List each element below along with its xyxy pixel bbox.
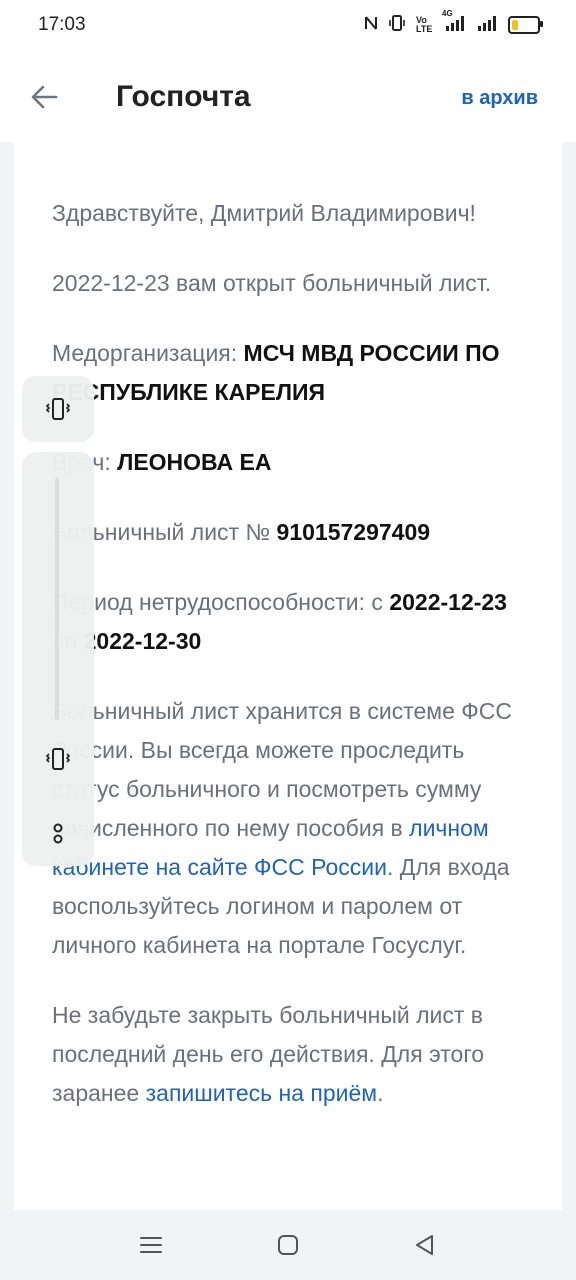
storage-paragraph: Больничный лист хранится в системе ФСС Р…: [52, 692, 522, 965]
period-label: Период нетрудоспособности: с: [52, 589, 390, 615]
back-icon[interactable]: [410, 1230, 440, 1260]
edge-panel-top[interactable]: [22, 376, 94, 442]
archive-button[interactable]: в архив: [461, 87, 538, 110]
period-from: 2022-12-23: [389, 589, 507, 615]
status-bar: 17:03 Vo LTE 4G: [0, 0, 576, 52]
nfc-icon: [364, 15, 378, 34]
doctor-line: Врач: ЛЕОНОВА ЕА: [52, 443, 522, 482]
edge-panel-slider[interactable]: [55, 478, 59, 720]
sheet-number: 910157297409: [276, 519, 431, 545]
message-body: Здравствуйте, Дмитрий Владимирович! 2022…: [52, 194, 522, 1144]
vibrate-icon[interactable]: [40, 742, 76, 776]
back-arrow-icon[interactable]: [28, 80, 62, 114]
organization-label: Медорганизация:: [52, 340, 244, 366]
organization-line: Медорганизация: МСЧ МВД РОССИИ ПО РЕСПУБ…: [52, 334, 522, 412]
period-to: 2022-12-30: [83, 628, 202, 654]
battery-icon: [508, 15, 543, 34]
period-line: Период нетрудоспособности: с 2022-12-23 …: [52, 583, 522, 661]
message-card: Здравствуйте, Дмитрий Владимирович! 2022…: [14, 142, 562, 1210]
vibrate-icon: [388, 14, 406, 35]
signal-icon: [476, 15, 498, 34]
reminder-paragraph: Не забудьте закрыть больничный лист в по…: [52, 996, 522, 1113]
volte-icon: Vo LTE: [416, 14, 433, 34]
edge-panel-main: [22, 452, 94, 866]
reminder-end: .: [377, 1080, 384, 1106]
page-title: Госпочта: [116, 80, 251, 113]
app-header: Госпочта в архив: [0, 52, 576, 142]
status-icons: Vo LTE 4G: [364, 9, 543, 35]
greeting: Здравствуйте, Дмитрий Владимирович!: [52, 200, 476, 226]
system-nav-bar: [0, 1210, 576, 1280]
more-icon[interactable]: [40, 816, 76, 850]
opened-text: 2022-12-23 вам открыт больничный лист.: [52, 270, 492, 296]
doctor-value: ЛЕОНОВА ЕА: [117, 449, 272, 475]
signal-4g-icon: 4G: [442, 9, 466, 34]
home-icon[interactable]: [273, 1230, 303, 1260]
status-time: 17:03: [38, 14, 86, 35]
appointment-link[interactable]: запишитесь на приём: [146, 1080, 377, 1106]
network-label: 4G: [442, 9, 453, 18]
sheet-line: Больничный лист № 910157297409: [52, 513, 522, 552]
vibrate-icon[interactable]: [40, 392, 76, 426]
menu-icon[interactable]: [136, 1230, 166, 1260]
